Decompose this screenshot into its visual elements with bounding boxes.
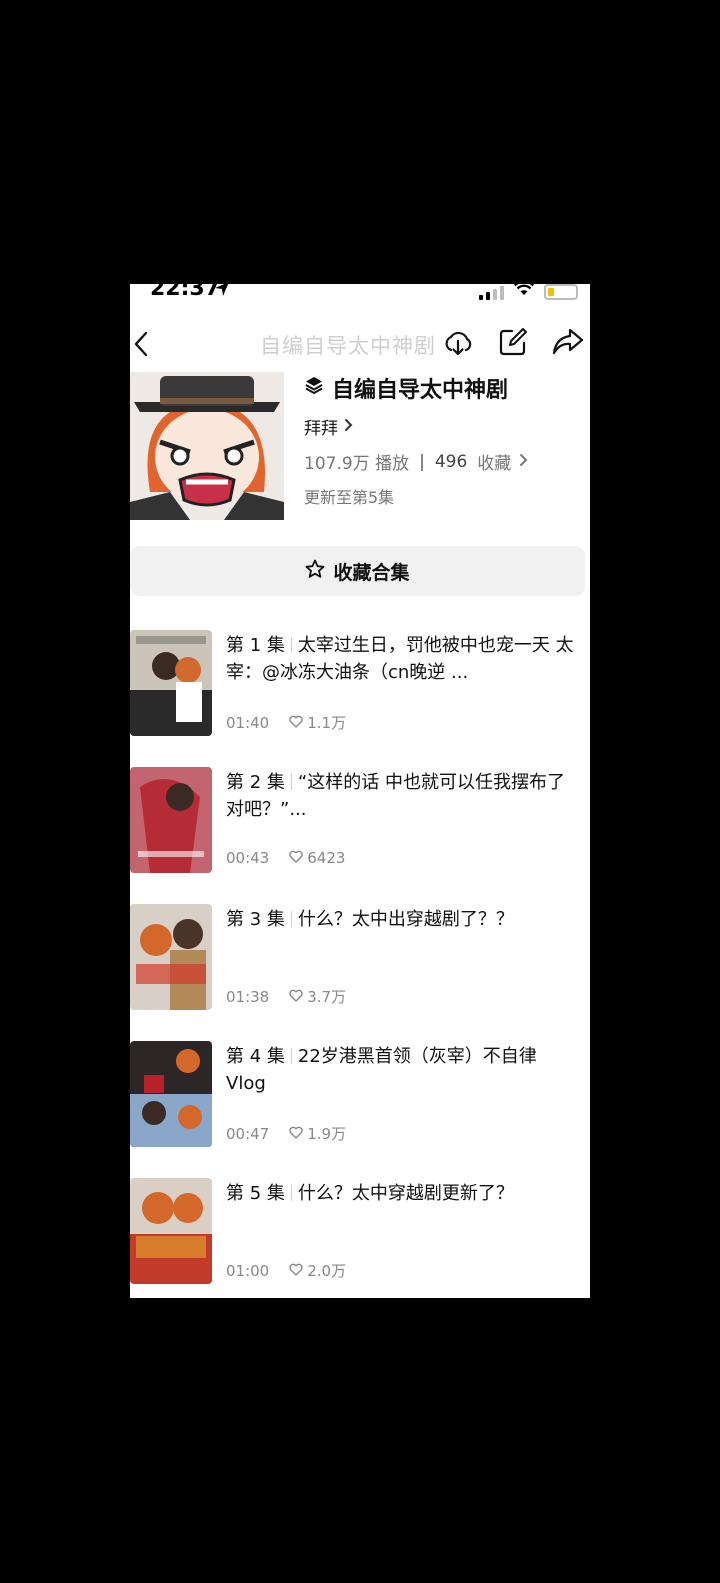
episode-item[interactable]: 第 5 集什么？太中穿越剧更新了？ 01:00 2.0万: [130, 1178, 590, 1298]
play-count: 107.9万 播放: [304, 454, 410, 474]
episode-item[interactable]: 第 3 集什么？太中出穿越剧了？？ 01:38 3.7万: [130, 904, 590, 1041]
episode-number: 第 1 集: [226, 635, 285, 656]
episode-item[interactable]: 第 1 集太宰过生日，罚他被中也宠一天 太宰：@冰冻大油条（cn晚逆 ... 0…: [130, 630, 590, 767]
episode-title: 第 2 集 “这样的话 中也就可以任我摆布了 对吧？”...: [226, 769, 576, 823]
episode-likes: 3.7万: [289, 986, 346, 1007]
chevron-right-icon: [344, 417, 354, 437]
episode-duration: 01:00: [226, 1261, 270, 1280]
episode-meta: 01:40 1.1万: [226, 712, 346, 733]
back-arrow-icon[interactable]: [132, 330, 150, 362]
episode-meta: 01:38 3.7万: [226, 986, 346, 1007]
nav-title: 自编自导太中神剧: [260, 334, 436, 358]
wifi-icon: [514, 284, 534, 300]
location-arrow-icon: [214, 284, 230, 301]
collect-button-label: 收藏合集: [333, 561, 410, 584]
layers-icon: [304, 375, 324, 401]
episode-duration: 00:47: [226, 1124, 270, 1143]
stats-row: 107.9万 播放 | 496 收藏: [304, 449, 584, 474]
author-link[interactable]: 拜拜: [304, 414, 584, 439]
heart-icon: [289, 714, 303, 732]
episode-title: 第 3 集什么？太中出穿越剧了？？: [226, 906, 576, 933]
episode-item[interactable]: 第 4 集 22岁港黑首领（灰宰）不自律Vlog 00:47 1.9万: [130, 1041, 590, 1178]
heart-icon: [289, 849, 303, 867]
status-right: [479, 284, 578, 300]
favorites-link[interactable]: 收藏: [477, 449, 529, 474]
episode-divider: [290, 774, 292, 790]
collection-info: 自编自导太中神剧 拜拜 107.9万 播放 | 496 收藏 更新至第5集: [304, 372, 584, 508]
episode-thumbnail: [130, 904, 212, 1010]
favorites-label: 收藏: [477, 454, 512, 474]
episode-number: 第 3 集: [226, 909, 285, 930]
collection-cover-image: [130, 372, 284, 520]
episode-like-count: 2.0万: [307, 1262, 347, 1280]
heart-icon: [289, 988, 303, 1006]
collect-collection-button[interactable]: 收藏合集: [130, 546, 585, 596]
episode-title: 第 1 集太宰过生日，罚他被中也宠一天 太宰：@冰冻大油条（cn晚逆 ...: [226, 632, 576, 686]
collection-title-row: 自编自导太中神剧: [304, 372, 584, 404]
episode-meta: 01:00 2.0万: [226, 1260, 346, 1281]
share-icon[interactable]: [552, 327, 584, 361]
star-icon: [305, 559, 325, 584]
episode-thumbnail: [130, 767, 212, 873]
episode-divider: [290, 1048, 292, 1064]
episode-meta: 00:47 1.9万: [226, 1123, 346, 1144]
episode-title-text: 什么？太中出穿越剧了？？: [297, 909, 514, 930]
episode-likes: 1.1万: [289, 712, 346, 733]
episode-duration: 00:43: [226, 849, 270, 867]
author-name: 拜拜: [304, 419, 338, 439]
update-status: 更新至第5集: [304, 488, 395, 507]
status-time: 22:37: [150, 284, 221, 301]
battery-icon: [544, 284, 578, 300]
episode-number: 第 5 集: [226, 1183, 285, 1204]
episode-list: 第 1 集太宰过生日，罚他被中也宠一天 太宰：@冰冻大油条（cn晚逆 ... 0…: [130, 630, 590, 1298]
episode-thumbnail: [130, 1041, 212, 1147]
episode-number: 第 4 集: [226, 1046, 285, 1067]
episode-duration: 01:38: [226, 987, 270, 1006]
episode-title-text: 什么？太中穿越剧更新了？: [297, 1183, 514, 1204]
heart-icon: [289, 1125, 303, 1143]
episode-likes: 1.9万: [289, 1123, 346, 1144]
episode-likes: 6423: [289, 849, 345, 867]
episode-thumbnail: [130, 1178, 212, 1284]
episode-divider: [290, 637, 292, 653]
heart-icon: [289, 1262, 303, 1280]
episode-number: 第 2 集: [226, 772, 285, 793]
collection-title: 自编自导太中神剧: [332, 378, 509, 403]
episode-like-count: 1.9万: [307, 1125, 347, 1143]
episode-divider: [290, 1185, 292, 1201]
episode-duration: 01:40: [226, 713, 270, 732]
phone-screen: 22:37 自编自导太中神剧 自编自导太中神剧 拜拜 107.9万 播放 | 4…: [130, 284, 590, 1298]
nav-bar: 自编自导太中神剧: [130, 324, 590, 364]
episode-like-count: 6423: [307, 849, 346, 867]
edit-icon[interactable]: [498, 327, 528, 361]
episode-title: 第 4 集 22岁港黑首领（灰宰）不自律Vlog: [226, 1043, 576, 1097]
episode-like-count: 3.7万: [307, 988, 347, 1006]
episode-title: 第 5 集什么？太中穿越剧更新了？: [226, 1180, 576, 1207]
episode-meta: 00:43 6423: [226, 849, 345, 867]
cellular-signal-icon: [479, 286, 504, 300]
episode-likes: 2.0万: [289, 1260, 346, 1281]
episode-item[interactable]: 第 2 集 “这样的话 中也就可以任我摆布了 对吧？”... 00:43 6423: [130, 767, 590, 904]
download-icon[interactable]: [442, 327, 474, 363]
chevron-right-icon: [519, 452, 529, 472]
episode-divider: [290, 911, 292, 927]
episode-thumbnail: [130, 630, 212, 736]
status-bar: 22:37: [130, 284, 590, 312]
stats-divider: |: [419, 451, 425, 472]
favorites-count: 496: [434, 451, 468, 472]
episode-like-count: 1.1万: [307, 714, 347, 732]
